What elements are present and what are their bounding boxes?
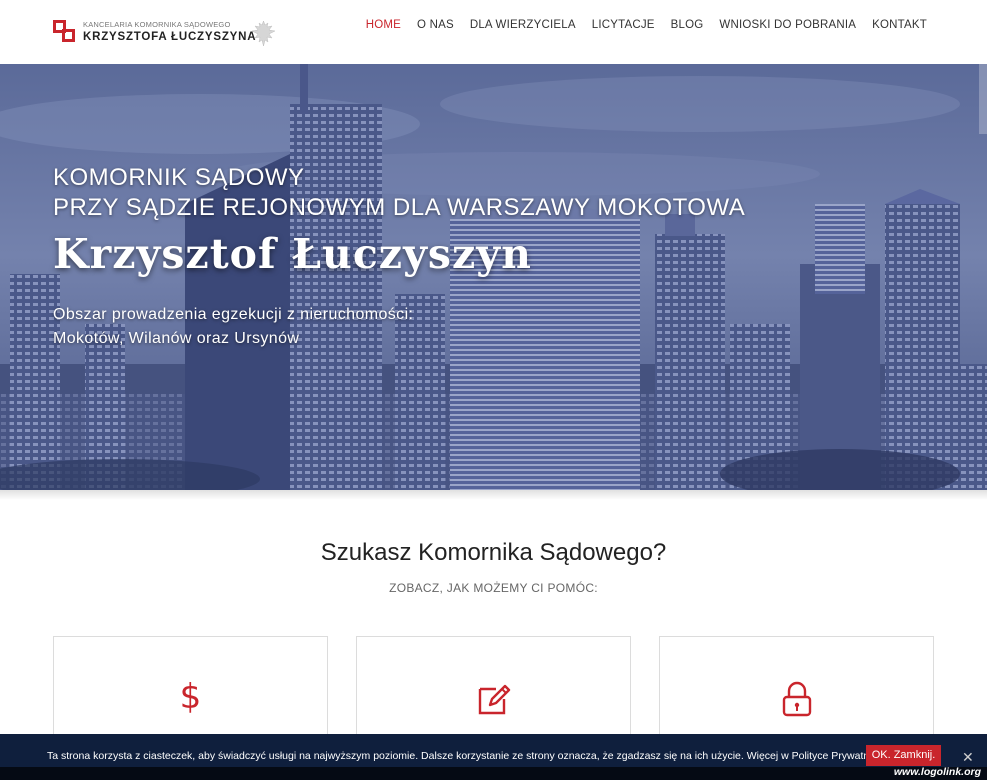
nav-item-blog[interactable]: BLOG bbox=[671, 19, 704, 31]
main-nav: HOME O NAS DLA WIERZYCIELA LICYTACJE BLO… bbox=[350, 19, 927, 31]
nav-item-licytacje[interactable]: LICYTACJE bbox=[592, 19, 655, 31]
hero-heading-line-2: PRZY SĄDZIE REJONOWYM DLA WARSZAWY MOKOT… bbox=[53, 194, 746, 221]
hero-shadow bbox=[0, 490, 987, 500]
logo-small-text: KANCELARIA KOMORNIKA SĄDOWEGO bbox=[83, 20, 231, 29]
logo-big-text: KRZYSZTOFA ŁUCZYSZYNA bbox=[83, 30, 257, 43]
dollar-icon: $ bbox=[179, 677, 202, 717]
site-logo[interactable]: KANCELARIA KOMORNIKA SĄDOWEGO KRZYSZTOFA… bbox=[53, 20, 256, 44]
cookie-bar: Ta strona korzysta z ciasteczek, aby świ… bbox=[0, 734, 987, 767]
scrollbar-thumb[interactable] bbox=[979, 64, 987, 134]
logo-text: KANCELARIA KOMORNIKA SĄDOWEGO KRZYSZTOFA… bbox=[83, 21, 256, 43]
eagle-emblem-icon bbox=[251, 20, 276, 47]
logo-mark-icon bbox=[53, 20, 77, 44]
section-title: Szukasz Komornika Sądowego? bbox=[320, 539, 667, 566]
section-subtitle: ZOBACZ, JAK MOŻEMY CI POMÓC: bbox=[389, 581, 598, 595]
nav-item-o-nas[interactable]: O NAS bbox=[417, 19, 454, 31]
hero-banner: KOMORNIK SĄDOWY PRZY SĄDZIE REJONOWYM DL… bbox=[0, 64, 987, 490]
nav-item-wnioski[interactable]: WNIOSKI DO POBRANIA bbox=[719, 19, 856, 31]
footer-strip bbox=[0, 767, 987, 780]
cookie-accept-button[interactable]: OK. Zamknij. bbox=[866, 745, 941, 766]
edit-icon bbox=[478, 684, 510, 715]
nav-item-home[interactable]: HOME bbox=[366, 19, 401, 31]
close-icon[interactable]: ✕ bbox=[962, 749, 974, 766]
hero-area-line-2: Mokotów, Wilanów oraz Ursynów bbox=[53, 330, 300, 347]
hero-area-line-1: Obszar prowadzenia egzekucji z nieruchom… bbox=[53, 306, 414, 323]
hero-name: Krzysztof Łuczyszyn bbox=[53, 230, 532, 278]
hero-heading-line-1: KOMORNIK SĄDOWY bbox=[53, 164, 305, 191]
lock-icon bbox=[782, 681, 811, 717]
site-header: KANCELARIA KOMORNIKA SĄDOWEGO KRZYSZTOFA… bbox=[0, 0, 987, 64]
cookie-text: Ta strona korzysta z ciasteczek, aby świ… bbox=[47, 750, 888, 762]
watermark-text: www.logolink.org bbox=[893, 766, 981, 778]
nav-item-kontakt[interactable]: KONTAKT bbox=[872, 19, 927, 31]
nav-item-dla-wierzyciela[interactable]: DLA WIERZYCIELA bbox=[470, 19, 576, 31]
